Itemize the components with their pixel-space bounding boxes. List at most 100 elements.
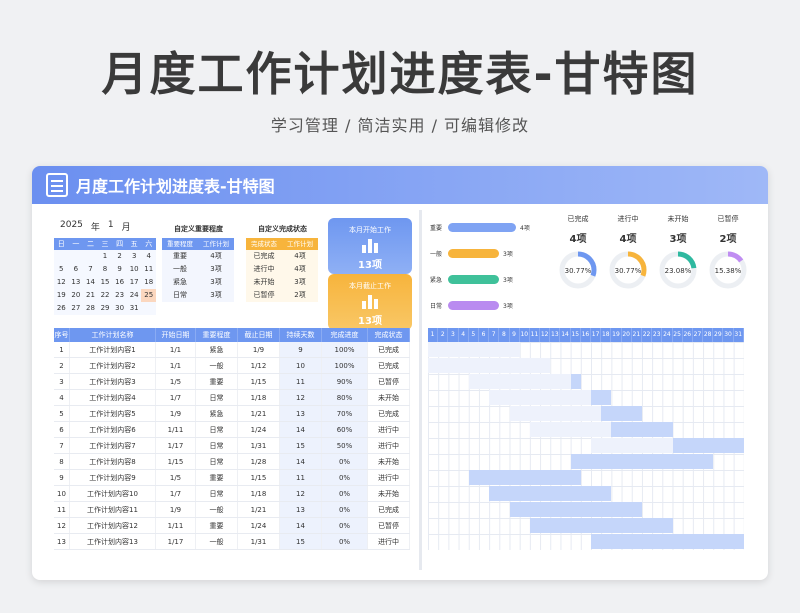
page-subtitle: 学习管理 / 简洁实用 / 可编辑修改 [270,116,530,135]
table-cell: 1/18 [238,486,280,501]
table-row[interactable]: 4 工作计划内容4 1/7 日常 1/18 12 80% 未开始 [54,390,410,406]
status-donut-label: 已完成 [567,215,589,223]
calendar-day[interactable]: 10 [126,263,142,276]
calendar-day[interactable]: 21 [83,289,98,302]
status-donut-label: 进行中 [617,215,639,223]
gantt-bar-remaining [468,470,581,485]
calendar-day[interactable]: 6 [68,263,84,276]
card-value: 13项 [358,316,382,327]
gantt-day-label: 22 [642,328,653,342]
table-row[interactable]: 9 工作计划内容9 1/5 重要 1/15 11 0% 进行中 [54,470,410,486]
donut-percent: 15.38% [715,267,742,275]
calendar-day[interactable]: 28 [83,302,98,315]
table-cell: 12 [280,486,322,501]
status-donut: 已完成 4项 30.77% [556,214,600,295]
table-cell: 1/9 [156,406,196,421]
summary-panel: 重要 4项 一般 3项 紧急 3项 日常 3项 已完成 4项 30.77% 进行中 4项 30.77% 未… [430,214,747,318]
calendar-day[interactable]: 4 [141,250,157,263]
calendar-day[interactable]: 1 [97,250,113,263]
mini-table-cell: 3项 [210,265,222,273]
table-row[interactable]: 2 工作计划内容2 1/1 一般 1/12 10 100% 已完成 [54,358,410,374]
mini-table-cell: 4项 [294,252,306,260]
task-table: 序号 工作计划名称 开始日期 重要程度 截止日期 持续天数 完成进度 完成状态 1 工作计划内容… [54,328,410,550]
mini-table-row: 重要 4项 [162,250,234,263]
calendar-day[interactable]: 9 [112,263,127,276]
table-row[interactable]: 12 工作计划内容12 1/11 重要 1/24 14 0% 已暂停 [54,518,410,534]
table-row[interactable]: 3 工作计划内容3 1/5 重要 1/15 11 90% 已暂停 [54,374,410,390]
table-row[interactable]: 5 工作计划内容5 1/9 紧急 1/21 13 70% 已完成 [54,406,410,422]
calendar-day[interactable]: 19 [54,289,69,302]
table-cell: 1 [54,342,70,357]
table-cell: 15 [280,534,322,549]
status-donut: 进行中 4项 30.77% [606,214,650,295]
card-value: 13项 [358,260,382,271]
task-table-header-cell: 完成进度 [322,328,368,342]
calendar-day[interactable]: 17 [126,276,142,289]
calendar-day[interactable]: 31 [126,302,142,315]
table-cell: 已完成 [368,342,410,357]
table-cell: 工作计划内容10 [70,486,156,501]
priority-bar-value: 3项 [503,250,513,258]
table-cell: 未开始 [368,390,410,405]
calendar-day[interactable]: 27 [68,302,84,315]
calendar-day[interactable]: 23 [112,289,127,302]
status-donut: 未开始 3项 23.08% [656,214,700,295]
calendar-day[interactable]: 13 [68,276,84,289]
table-row[interactable]: 13 工作计划内容13 1/17 一般 1/31 15 0% 进行中 [54,534,410,550]
calendar-day[interactable]: 25 [141,289,157,302]
gantt-day-label: 15 [571,328,581,342]
table-row[interactable]: 11 工作计划内容11 1/9 一般 1/21 13 0% 已完成 [54,502,410,518]
gantt-bar-done [489,390,592,405]
calendar-day[interactable]: 12 [54,276,69,289]
gantt-bar-remaining [570,454,714,469]
table-cell: 1/17 [156,534,196,549]
table-cell: 重要 [196,470,238,485]
status-donut-count: 4项 [619,234,637,245]
calendar-day[interactable]: 15 [97,276,113,289]
gantt-day-label: 7 [489,328,500,342]
table-row[interactable]: 7 工作计划内容7 1/17 日常 1/31 15 50% 进行中 [54,438,410,454]
gantt-day-label: 1 [428,328,439,342]
task-table-header: 序号 工作计划名称 开始日期 重要程度 截止日期 持续天数 完成进度 完成状态 [54,328,410,342]
gantt-day-label: 21 [632,328,642,342]
status-donut: 已暂停 2项 15.38% [706,214,750,295]
table-cell: 100% [322,358,368,373]
table-row[interactable]: 6 工作计划内容6 1/11 日常 1/24 14 60% 进行中 [54,422,410,438]
calendar-header: 日一二三四五六 [54,238,156,250]
table-cell: 1/5 [156,470,196,485]
calendar-day[interactable]: 7 [83,263,98,276]
table-cell: 1/9 [156,502,196,517]
table-row[interactable]: 10 工作计划内容10 1/7 日常 1/18 12 0% 未开始 [54,486,410,502]
calendar-day[interactable]: 8 [97,263,113,276]
mini-table-row: 进行中 4项 [246,263,318,276]
weekday-label: 一 [72,240,80,248]
calendar-day[interactable]: 29 [97,302,113,315]
table-cell: 100% [322,342,368,357]
calendar-day[interactable]: 2 [112,250,127,263]
calendar-day[interactable]: 11 [141,263,157,276]
gantt-bar-done [468,374,571,389]
calendar-day[interactable]: 30 [112,302,127,315]
gantt-day-label: 19 [611,328,622,342]
calendar-day[interactable]: 22 [97,289,113,302]
table-cell: 工作计划内容7 [70,438,156,453]
table-cell: 50% [322,438,368,453]
gantt-bar-remaining [591,534,744,549]
calendar-day[interactable]: 14 [83,276,98,289]
calendar-day[interactable]: 24 [126,289,142,302]
calendar-day[interactable]: 16 [112,276,127,289]
calendar-day[interactable]: 3 [126,250,142,263]
table-cell: 紧急 [196,342,238,357]
gantt-day-label: 28 [703,328,714,342]
table-cell: 紧急 [196,406,238,421]
gantt-day-label: 11 [530,328,541,342]
calendar-day[interactable]: 5 [54,263,69,276]
table-row[interactable]: 8 工作计划内容8 1/15 日常 1/28 14 0% 未开始 [54,454,410,470]
calendar-day[interactable]: 26 [54,302,69,315]
table-cell: 1/1 [156,342,196,357]
calendar-day[interactable]: 20 [68,289,84,302]
table-cell: 1/15 [238,374,280,389]
calendar-day[interactable]: 18 [141,276,157,289]
table-cell: 进行中 [368,422,410,437]
table-row[interactable]: 1 工作计划内容1 1/1 紧急 1/9 9 100% 已完成 [54,342,410,358]
